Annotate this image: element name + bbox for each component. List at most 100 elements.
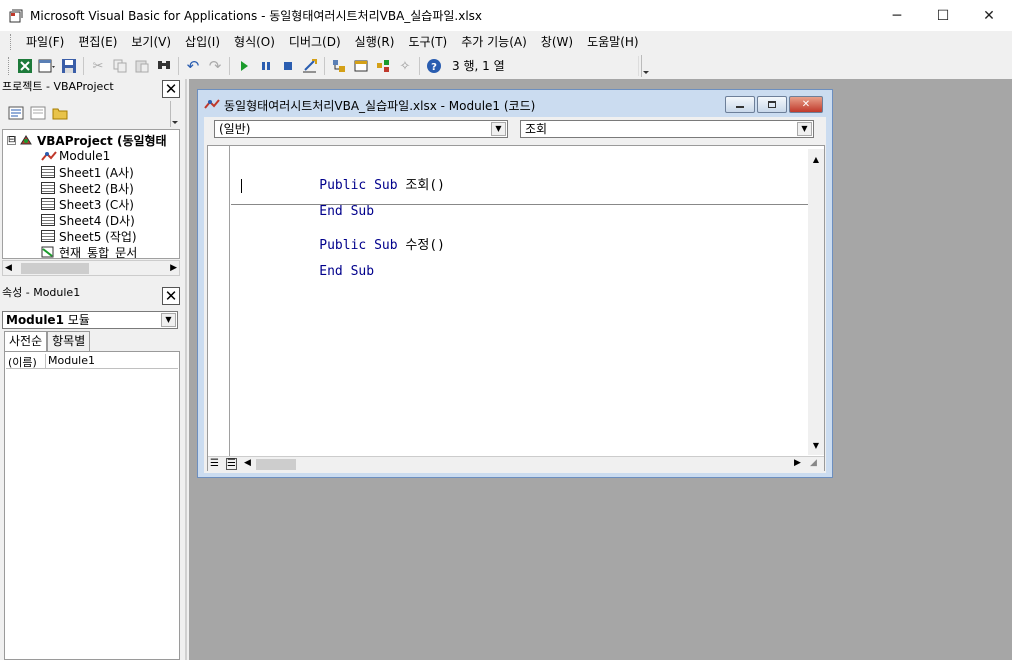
scroll-thumb[interactable]: [256, 459, 296, 470]
project-tree-hscroll[interactable]: ◀ ▶: [2, 260, 180, 276]
code-text: 조회(): [397, 178, 445, 193]
menu-tools[interactable]: 도구(T): [401, 31, 454, 53]
save-icon[interactable]: [58, 55, 80, 77]
run-icon[interactable]: [233, 55, 255, 77]
maximize-button[interactable]: ☐: [920, 0, 966, 31]
tree-node-thisworkbook[interactable]: 현재_통합_문서: [41, 244, 137, 258]
code-window-icon: [204, 98, 220, 113]
code-vscroll[interactable]: ▲ ▼: [808, 149, 824, 455]
code-window-restore-button[interactable]: [757, 96, 787, 113]
code-window-title: 동일형태여러시트처리VBA_실습파일.xlsx - Module1 (코드): [224, 98, 536, 113]
minimize-button[interactable]: ─: [874, 0, 920, 31]
window-title: Microsoft Visual Basic for Applications …: [30, 9, 483, 23]
code-editor[interactable]: Public Sub 조회() End Sub Public Sub 수정() …: [207, 145, 825, 471]
project-explorer-title-text: 프로젝트 - VBAProject: [2, 80, 114, 93]
tree-node-sheet1[interactable]: Sheet1 (A사): [41, 164, 134, 180]
object-type: 모듈: [67, 313, 90, 327]
collapse-icon[interactable]: ⊟: [7, 135, 16, 145]
toolbox-icon[interactable]: ✧: [394, 55, 416, 77]
code-window-bottom-bar: ☰ ☰ ◀ ▶ ◢: [208, 456, 824, 471]
code-area[interactable]: Public Sub 조회() End Sub Public Sub 수정() …: [231, 146, 808, 456]
tree-node-sheet3[interactable]: Sheet3 (C사): [41, 196, 134, 212]
project-explorer-toolbar: [2, 101, 180, 127]
tree-node-sheet2[interactable]: Sheet2 (B사): [41, 180, 134, 196]
code-window-controls: ✕: [725, 96, 823, 113]
tree-node-module1[interactable]: Module1: [41, 148, 110, 164]
scroll-left-icon[interactable]: ◀: [244, 458, 251, 468]
toolbar-options-dropdown[interactable]: [641, 55, 649, 77]
menu-addins[interactable]: 추가 기능(A): [454, 31, 534, 53]
scroll-right-icon[interactable]: ▶: [794, 458, 801, 468]
menu-help[interactable]: 도움말(H): [580, 31, 646, 53]
worksheet-icon: [41, 230, 55, 242]
tree-node-vbaproject[interactable]: ⊟ VBAProject (동일형태: [7, 132, 167, 148]
copy-icon[interactable]: [109, 55, 131, 77]
full-module-view-icon[interactable]: ☰: [226, 458, 237, 470]
reset-icon[interactable]: [277, 55, 299, 77]
chevron-down-icon[interactable]: ▼: [797, 122, 812, 136]
tab-categorized[interactable]: 항목별: [47, 331, 91, 351]
svg-text:?: ?: [431, 62, 437, 73]
toggle-folders-icon[interactable]: [52, 106, 68, 123]
tree-node-label: Sheet2 (B사): [59, 181, 134, 196]
scroll-left-icon[interactable]: ◀: [5, 263, 12, 273]
code-window-minimize-button[interactable]: [725, 96, 755, 113]
menu-file[interactable]: 파일(F): [19, 31, 71, 53]
scroll-thumb[interactable]: [21, 263, 89, 274]
code-line[interactable]: End Sub: [241, 249, 374, 294]
window-controls: ─ ☐ ✕: [874, 0, 1012, 31]
menu-grip[interactable]: [10, 34, 13, 50]
tree-node-sheet4[interactable]: Sheet4 (D사): [41, 212, 135, 228]
margin-indicator-bar[interactable]: [208, 146, 230, 456]
menu-insert[interactable]: 삽입(I): [178, 31, 227, 53]
properties-object-combo[interactable]: Module1 모듈 ▼: [2, 311, 178, 329]
object-combo[interactable]: (일반) ▼: [214, 120, 508, 138]
tab-alphabetic[interactable]: 사전순: [4, 331, 48, 351]
break-icon[interactable]: [255, 55, 277, 77]
menu-edit[interactable]: 편집(E): [71, 31, 124, 53]
close-button[interactable]: ✕: [966, 0, 1012, 31]
scroll-down-icon[interactable]: ▼: [808, 438, 824, 452]
project-explorer-close-button[interactable]: ✕: [162, 80, 180, 98]
menu-window[interactable]: 창(W): [534, 31, 580, 53]
scroll-up-icon[interactable]: ▲: [808, 152, 824, 166]
properties-window-icon[interactable]: [350, 55, 372, 77]
view-code-icon[interactable]: [8, 106, 24, 123]
project-toolbar-overflow[interactable]: [170, 101, 180, 127]
find-icon[interactable]: [153, 55, 175, 77]
chevron-down-icon[interactable]: ▼: [491, 122, 506, 136]
procedure-combo[interactable]: 조회 ▼: [520, 120, 814, 138]
vba-app-icon[interactable]: [8, 8, 24, 24]
procedure-combo-value: 조회: [525, 122, 548, 136]
menu-run[interactable]: 실행(R): [348, 31, 402, 53]
scroll-right-icon[interactable]: ▶: [170, 263, 177, 273]
property-value[interactable]: Module1: [46, 354, 95, 368]
view-excel-icon[interactable]: [14, 55, 36, 77]
tree-node-sheet5[interactable]: Sheet5 (작업): [41, 228, 137, 244]
tree-node-label: Sheet3 (C사): [59, 197, 134, 212]
object-browser-icon[interactable]: [372, 55, 394, 77]
resize-grip-icon[interactable]: ◢: [810, 458, 817, 468]
workbook-icon: [41, 246, 55, 258]
properties-close-button[interactable]: ✕: [162, 287, 180, 305]
help-icon[interactable]: ?: [423, 55, 445, 77]
toolbar-grip[interactable]: [8, 57, 11, 75]
property-row-name[interactable]: (이름) Module1: [6, 354, 178, 369]
view-object-icon[interactable]: [30, 106, 46, 123]
project-explorer-icon[interactable]: [328, 55, 350, 77]
code-window-close-button[interactable]: ✕: [789, 96, 823, 113]
design-mode-icon[interactable]: [299, 55, 321, 77]
menu-debug[interactable]: 디버그(D): [282, 31, 348, 53]
insert-module-icon[interactable]: [36, 55, 58, 77]
redo-icon[interactable]: ↷: [204, 55, 226, 77]
undo-icon[interactable]: ↶: [182, 55, 204, 77]
procedure-view-icon[interactable]: ☰: [210, 458, 219, 469]
menu-format[interactable]: 형식(O): [227, 31, 282, 53]
chevron-down-icon[interactable]: ▼: [161, 313, 176, 327]
toolbar-separator: [83, 57, 84, 75]
paste-icon[interactable]: [131, 55, 153, 77]
cut-icon[interactable]: ✂: [87, 55, 109, 77]
code-keyword: End Sub: [319, 264, 375, 279]
menu-view[interactable]: 보기(V): [124, 31, 178, 53]
code-window: 동일형태여러시트처리VBA_실습파일.xlsx - Module1 (코드) ✕…: [197, 89, 833, 478]
